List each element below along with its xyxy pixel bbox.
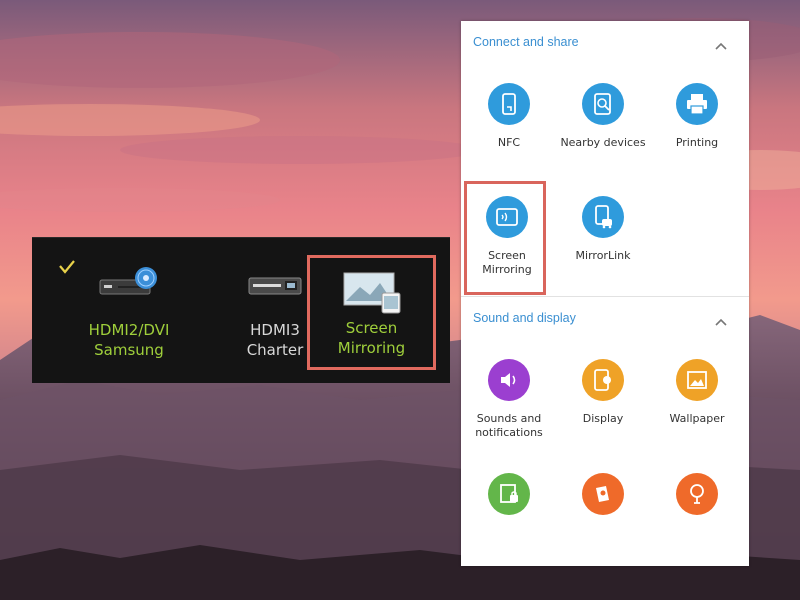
tile-screen-mirroring[interactable]: Screen Mirroring — [459, 196, 555, 277]
tile-display[interactable]: Display — [555, 359, 651, 426]
section-title-connect-share: Connect and share — [473, 35, 579, 49]
tv-source-hdmi2[interactable]: HDMI2/DVI Samsung — [54, 250, 204, 374]
printer-icon — [676, 83, 718, 125]
tile-label: MirrorLink — [575, 249, 631, 262]
tile-label: Screen Mirroring — [482, 249, 532, 276]
nearby-devices-icon — [582, 83, 624, 125]
mirrorlink-icon — [582, 196, 624, 238]
tile-themes[interactable] — [555, 473, 651, 515]
accessibility-icon — [676, 473, 718, 515]
tile-label: Printing — [675, 136, 719, 149]
section-title-sound-display: Sound and display — [473, 311, 576, 325]
tile-nearby-devices[interactable]: Nearby devices — [555, 83, 651, 150]
screen-mirroring-device-icon — [342, 271, 402, 320]
bluray-player-icon — [98, 266, 160, 305]
speaker-icon — [488, 359, 530, 401]
tv-source-screen-mirroring[interactable]: Screen Mirroring — [307, 255, 436, 370]
section-divider — [461, 296, 749, 297]
tv-source-panel: HDMI2/DVI Samsung HDMI3 Charter Screen M… — [32, 237, 450, 383]
set-top-box-icon — [247, 274, 303, 303]
quick-settings-panel: Connect and share NFC Nearby devices Pri… — [461, 21, 749, 566]
display-icon — [582, 359, 624, 401]
tile-label: Sounds and notifications — [475, 412, 543, 439]
themes-icon — [582, 473, 624, 515]
tile-label: Nearby devices — [560, 136, 646, 149]
tv-source-label: Screen Mirroring — [337, 319, 406, 357]
tile-label: NFC — [497, 136, 521, 149]
tile-nfc[interactable]: NFC — [461, 83, 557, 150]
tile-mirrorlink[interactable]: MirrorLink — [555, 196, 651, 263]
tile-label: Display — [582, 412, 624, 425]
tv-source-label: HDMI2/DVI Samsung — [88, 321, 170, 359]
screen-mirroring-icon — [486, 196, 528, 238]
tile-accessibility[interactable] — [649, 473, 745, 515]
tile-sounds-notifications[interactable]: Sounds and notifications — [461, 359, 557, 440]
lock-screen-icon — [488, 473, 530, 515]
nfc-icon — [488, 83, 530, 125]
tile-lock-screen[interactable] — [461, 473, 557, 515]
collapse-sound-display-chevron-up-icon[interactable] — [715, 313, 727, 331]
wallpaper-icon — [676, 359, 718, 401]
tile-wallpaper[interactable]: Wallpaper — [649, 359, 745, 426]
tile-label: Wallpaper — [669, 412, 725, 425]
collapse-connect-share-chevron-up-icon[interactable] — [715, 37, 727, 55]
tile-printing[interactable]: Printing — [649, 83, 745, 150]
